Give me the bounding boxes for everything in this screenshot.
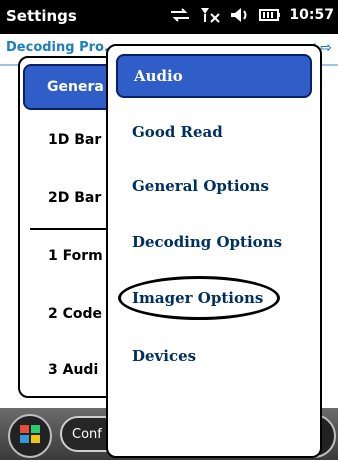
volume-icon	[229, 6, 251, 24]
menu-item-devices[interactable]: Devices	[116, 334, 312, 378]
list-item-audio[interactable]: 3 Audi	[48, 362, 98, 378]
menu-item-good-read[interactable]: Good Read	[116, 110, 312, 154]
menu-item-label: Audio	[134, 67, 183, 85]
menu-item-imager-options[interactable]: Imager Options	[116, 276, 312, 320]
app-title: Settings	[6, 7, 77, 25]
battery-icon	[259, 6, 281, 24]
menu-item-audio[interactable]: Audio	[116, 54, 312, 98]
start-button[interactable]	[8, 414, 52, 458]
list-item-code[interactable]: 2 Code	[48, 306, 102, 322]
menu-item-label: General Options	[132, 177, 269, 195]
sync-icon	[169, 6, 191, 24]
context-menu: Audio Good Read General Options Decoding…	[106, 44, 322, 458]
menu-item-label: Decoding Options	[132, 233, 283, 251]
no-signal-icon	[199, 6, 221, 24]
menu-item-label: Imager Options	[132, 289, 264, 307]
menu-item-decoding-options[interactable]: Decoding Options	[116, 220, 312, 264]
menu-item-label: Good Read	[132, 123, 223, 141]
clock: 10:57	[289, 7, 334, 23]
status-icons: 10:57	[169, 6, 334, 24]
title-bar: Settings 10:57	[0, 0, 338, 34]
menu-item-label: Devices	[132, 347, 197, 365]
config-button-label: Conf	[72, 426, 102, 442]
list-item-formatting[interactable]: 1 Form	[48, 248, 103, 264]
windows-logo-icon	[19, 424, 41, 448]
list-item-2d-barcode[interactable]: 2D Bar	[48, 190, 101, 206]
page-header-label: Decoding Pro...	[6, 40, 119, 55]
menu-item-general-options[interactable]: General Options	[116, 164, 312, 208]
list-item-1d-barcode[interactable]: 1D Bar	[48, 132, 101, 148]
